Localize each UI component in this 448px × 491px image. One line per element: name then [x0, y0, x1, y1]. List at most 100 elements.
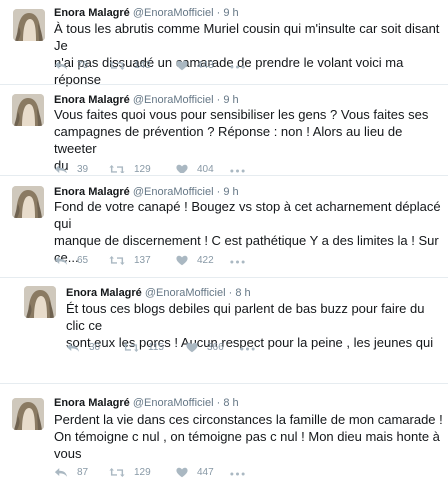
- author-name[interactable]: Enora Malagré: [54, 7, 130, 19]
- more-button[interactable]: [240, 347, 255, 351]
- more-icon: [230, 65, 245, 69]
- tweet-text-line: Ét tous ces blogs debiles qui parlent de…: [66, 301, 425, 333]
- tweet-text-line: On témoigne c nul , on témoigne pas c nu…: [54, 429, 440, 444]
- retweet-icon: [109, 467, 125, 478]
- tweet-1[interactable]: Enora Malagré @EnoraMofficiel · 9 h À to…: [0, 0, 448, 87]
- retweet-icon: [109, 164, 125, 173]
- avatar[interactable]: [13, 9, 45, 41]
- reply-icon: [54, 255, 68, 266]
- tweet-header: Enora Malagré @EnoraMofficiel · 9 h: [54, 185, 239, 199]
- author-handle[interactable]: @EnoraMofficiel: [133, 186, 214, 198]
- tweet-time[interactable]: · 8 h: [229, 287, 251, 299]
- heart-icon: [176, 60, 188, 71]
- more-button[interactable]: [230, 169, 245, 173]
- retweet-count: 137: [134, 255, 151, 266]
- author-handle[interactable]: @EnoraMofficiel: [145, 287, 226, 299]
- tweet-actions: 39 129 404: [54, 164, 254, 173]
- avatar[interactable]: [12, 186, 44, 218]
- like-button[interactable]: 443: [176, 60, 214, 71]
- retweet-button[interactable]: 129: [109, 164, 151, 173]
- like-button[interactable]: 422: [176, 255, 214, 266]
- tweet-5[interactable]: Enora Malagré @EnoraMofficiel · 8 h Perd…: [0, 385, 448, 489]
- reply-icon: [54, 467, 68, 478]
- heart-icon: [176, 255, 188, 266]
- tweet-actions: 87 129 447: [54, 467, 254, 481]
- tweet-4[interactable]: Enora Malagré @EnoraMofficiel · 8 h Ét t…: [0, 280, 448, 360]
- avatar[interactable]: [12, 398, 44, 430]
- tweet-time[interactable]: · 8 h: [217, 397, 239, 409]
- reply-button[interactable]: 39: [54, 164, 88, 173]
- reply-button[interactable]: 65: [54, 255, 88, 266]
- tweet-text-line: manque de discernement ! C est pathétiqu…: [54, 233, 439, 248]
- reply-icon: [54, 60, 68, 71]
- like-count: 366: [207, 342, 224, 353]
- more-icon: [230, 260, 245, 264]
- tweet-actions: 30 115 366: [66, 342, 266, 356]
- retweet-button[interactable]: 137: [109, 255, 151, 266]
- heart-icon: [176, 467, 188, 478]
- separator: [0, 84, 448, 85]
- reply-button[interactable]: 76: [54, 60, 88, 71]
- tweet-text-line: Perdent la vie dans ces circonstances la…: [54, 412, 443, 427]
- author-name[interactable]: Enora Malagré: [54, 397, 130, 409]
- author-name[interactable]: Enora Malagré: [66, 287, 142, 299]
- like-button[interactable]: 366: [186, 342, 224, 353]
- more-icon: [230, 472, 245, 476]
- retweet-icon: [109, 60, 125, 71]
- more-icon: [230, 169, 245, 173]
- retweet-icon: [109, 255, 125, 266]
- author-handle[interactable]: @EnoraMofficiel: [133, 94, 214, 106]
- tweet-time[interactable]: · 9 h: [217, 7, 239, 19]
- tweet-text: À tous les abrutis comme Muriel cousin q…: [54, 20, 444, 88]
- tweet-header: Enora Malagré @EnoraMofficiel · 8 h: [66, 286, 251, 300]
- retweet-button[interactable]: 115: [123, 342, 164, 353]
- reply-count: 76: [77, 60, 89, 71]
- author-name[interactable]: Enora Malagré: [54, 94, 130, 106]
- tweet-2[interactable]: Enora Malagré @EnoraMofficiel · 9 h Vous…: [0, 86, 448, 173]
- like-button[interactable]: 404: [176, 164, 214, 173]
- tweet-text-line: campagnes de prévention ? Réponse : non …: [54, 124, 403, 156]
- tweet-text-line: Fond de votre canapé ! Bougez vs stop à …: [54, 199, 441, 231]
- reply-button[interactable]: 30: [66, 342, 100, 353]
- like-count: 443: [197, 60, 214, 71]
- reply-count: 87: [77, 467, 89, 478]
- avatar[interactable]: [24, 286, 56, 318]
- tweet-text: Vous faites quoi vous pour sensibiliser …: [54, 106, 444, 173]
- separator: [0, 277, 448, 278]
- more-icon: [240, 347, 255, 351]
- retweet-icon: [123, 342, 139, 353]
- retweet-count: 129: [134, 467, 151, 478]
- more-button[interactable]: [230, 472, 245, 476]
- reply-icon: [66, 342, 80, 353]
- retweet-button[interactable]: 129: [109, 467, 151, 478]
- author-handle[interactable]: @EnoraMofficiel: [133, 397, 214, 409]
- more-button[interactable]: [230, 260, 245, 264]
- tweet-actions: 65 137 422: [54, 255, 254, 269]
- avatar[interactable]: [12, 94, 44, 126]
- heart-icon: [186, 342, 198, 353]
- tweet-actions: 76 143 443: [54, 60, 254, 74]
- tweet-header: Enora Malagré @EnoraMofficiel · 9 h: [54, 93, 239, 107]
- separator: [0, 175, 448, 176]
- like-button[interactable]: 447: [176, 467, 214, 478]
- reply-count: 30: [89, 342, 101, 353]
- reply-count: 65: [77, 255, 89, 266]
- author-name[interactable]: Enora Malagré: [54, 186, 130, 198]
- retweet-count: 129: [134, 164, 151, 173]
- retweet-button[interactable]: 143: [109, 60, 151, 71]
- tweet-text: Perdent la vie dans ces circonstances la…: [54, 411, 444, 462]
- reply-button[interactable]: 87: [54, 467, 88, 478]
- tweet-3[interactable]: Enora Malagré @EnoraMofficiel · 9 h Fond…: [0, 178, 448, 270]
- more-button[interactable]: [230, 65, 245, 69]
- tweet-time[interactable]: · 9 h: [217, 186, 239, 198]
- tweet-text-line: À tous les abrutis comme Muriel cousin q…: [54, 21, 440, 53]
- tweet-time[interactable]: · 9 h: [217, 94, 239, 106]
- tweet-text-line: vous: [54, 446, 82, 461]
- heart-icon: [176, 164, 188, 173]
- separator: [0, 383, 448, 384]
- reply-icon: [54, 164, 68, 173]
- tweet-header: Enora Malagré @EnoraMofficiel · 9 h: [54, 6, 239, 20]
- author-handle[interactable]: @EnoraMofficiel: [133, 7, 214, 19]
- like-count: 422: [197, 255, 214, 266]
- like-count: 404: [197, 164, 214, 173]
